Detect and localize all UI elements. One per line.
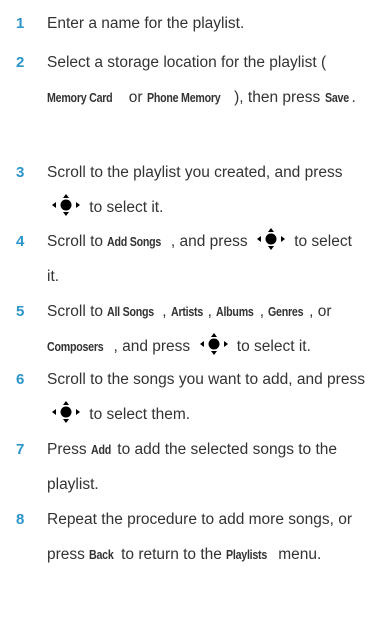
step-text-segment: Scroll to [47,303,108,320]
step-number: 7 [16,441,25,458]
nav-key-center-icon [52,401,80,423]
step-text-segment: to return to the [116,546,227,563]
key-label-artists: Artists [170,304,203,319]
nav-key-center-icon [52,194,80,216]
step-text-segment: Scroll to the songs you want to add, and… [47,371,365,388]
nav-key-center-icon [256,228,285,250]
step-text: Scroll to All Songs, Artists, Albums, Ge… [47,294,367,364]
step-text-segment: Enter a name for the playlist. [47,15,245,32]
step-number: 8 [16,511,25,528]
step-text-segment: . [351,89,356,106]
step-text: Scroll to the playlist you created, and … [47,155,367,225]
step-text-segment: , [162,303,171,320]
nav-key-center-icon [199,333,228,355]
step-text-segment: ), then press [234,89,325,106]
key-label-phone-memory: Phone Memory [146,90,221,105]
step-number: 2 [16,54,25,71]
key-label-back: Back [89,547,114,562]
key-label-all-songs: All Songs [107,304,155,319]
step-text-segment: Scroll to the playlist you created, and … [47,164,343,181]
step-text-segment: to select them. [85,406,191,423]
key-label-albums: Albums [216,304,254,319]
key-label-playlists: Playlists [226,547,268,562]
step-number: 3 [16,164,25,181]
step-text-segment: Select a storage location for the playli… [47,54,327,71]
key-label-add: Add [90,442,111,457]
step-text: Select a storage location for the playli… [47,45,367,115]
step-number: 6 [16,371,25,388]
step-text-segment: , and press [113,338,195,355]
key-label-memory-card: Memory Card [47,90,113,105]
step-text: Press Add to add the selected songs to t… [47,432,367,502]
step-text-segment: to select it. [85,199,164,216]
key-label-add-songs: Add Songs [107,234,162,249]
key-label-genres: Genres [268,304,304,319]
step-text-segment: Scroll to [47,233,108,250]
step-text-segment: menu. [273,546,322,563]
step-text-segment: Press [47,441,91,458]
step-number: 4 [16,233,25,250]
step-text-segment: , or [309,303,332,320]
step-number: 5 [16,303,25,320]
step-text: Scroll to the songs you want to add, and… [47,362,367,432]
key-label-composers: Composers [47,339,104,354]
step-text: Enter a name for the playlist. [47,6,367,41]
step-text-segment: , and press [170,233,252,250]
step-text-segment: to select it. [232,338,311,355]
step-text-segment: or [124,89,147,106]
step-number: 1 [16,15,25,32]
step-text: Scroll to Add Songs, and press to select… [47,224,367,294]
step-text-segment: , [207,303,217,320]
step-text: Repeat the procedure to add more songs, … [47,502,367,572]
key-label-save: Save [324,90,349,105]
